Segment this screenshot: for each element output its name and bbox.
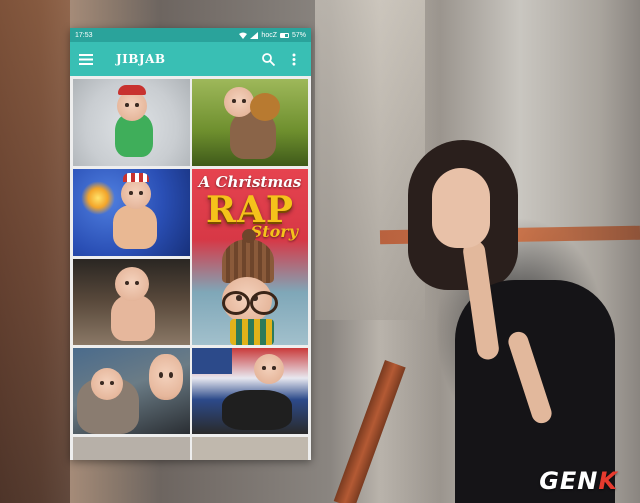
ecard-tile-fireworks[interactable] (73, 169, 190, 256)
ecard-tile-patriotic[interactable] (192, 348, 308, 434)
baby-face (117, 91, 147, 121)
search-icon[interactable] (259, 50, 277, 68)
app-title: JIBJAB (116, 52, 166, 66)
signal-icon (250, 31, 259, 39)
tile-scarf (230, 319, 274, 345)
background-building (0, 0, 70, 503)
ecard-tile-partial[interactable] (73, 437, 190, 460)
more-vert-icon[interactable] (285, 50, 303, 68)
phone-screen: 17:53 hocZ 57% JIBJAB A Christmas RAP St… (70, 28, 311, 460)
tile-hat (123, 173, 149, 182)
ecard-grid: A Christmas RAP Story (70, 76, 311, 460)
tile-glasses (222, 291, 278, 315)
watermark-logo: GENK (539, 467, 618, 495)
background-pole (333, 360, 406, 503)
tile-figure (222, 390, 292, 430)
tile-title-line1: A Christmas (198, 173, 302, 191)
tile-figure (111, 295, 155, 341)
battery-level: 57% (291, 31, 306, 39)
ecard-tile-dancing-baby[interactable] (73, 259, 190, 345)
wifi-icon (239, 32, 248, 39)
tile-acorn (250, 93, 280, 121)
ecard-tile-squirrel[interactable] (192, 79, 308, 166)
tile-figure (113, 205, 157, 249)
baby-face (149, 354, 183, 400)
app-bar: JIBJAB (70, 42, 311, 76)
tile-hat (118, 85, 146, 95)
baby-face (121, 179, 151, 209)
ecard-tile-cat-faces[interactable] (73, 348, 190, 434)
hamburger-menu-icon[interactable] (78, 51, 94, 67)
ecard-tile-partial[interactable] (192, 437, 308, 460)
ecard-tile-snow-angel[interactable] (73, 79, 190, 166)
battery-icon (279, 32, 289, 38)
tile-firework (81, 181, 115, 215)
background-building (315, 0, 425, 320)
ecard-tile-christmas-rap[interactable]: A Christmas RAP Story (192, 169, 308, 345)
woman-face (432, 168, 490, 248)
baby-face (254, 354, 284, 384)
carrier-name: hocZ (261, 31, 277, 39)
status-bar: 17:53 hocZ 57% (70, 28, 311, 42)
baby-face (115, 267, 149, 301)
status-indicators: hocZ 57% (239, 31, 306, 39)
status-time: 17:53 (75, 31, 93, 39)
baby-face (224, 87, 254, 117)
tile-flag (192, 348, 232, 374)
baby-face (91, 368, 123, 400)
